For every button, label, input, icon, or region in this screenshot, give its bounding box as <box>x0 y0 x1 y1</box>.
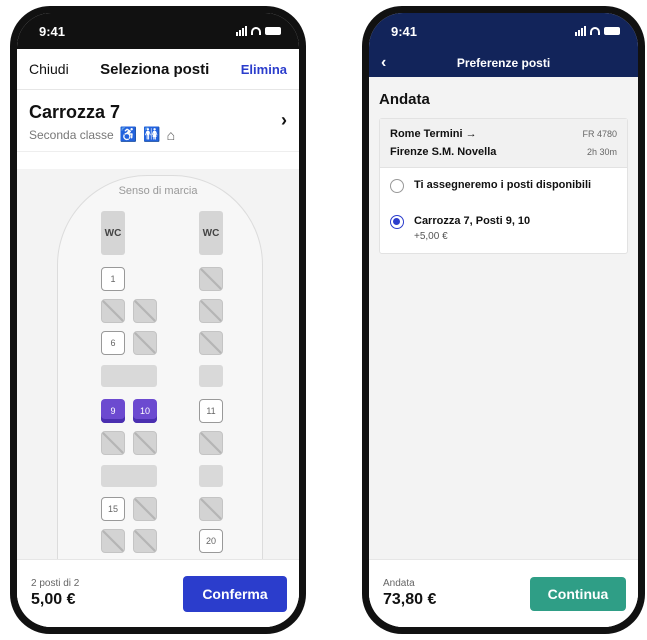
wc-label-right: WC <box>202 227 220 239</box>
page-title: Seleziona posti <box>100 60 210 78</box>
seat-1[interactable]: 1 <box>101 267 125 291</box>
option-label: Ti assegneremo i posti disponibili <box>414 179 592 191</box>
seat-number: 10 <box>139 406 150 416</box>
seat-taken <box>199 431 223 455</box>
seat-taken <box>199 497 223 521</box>
close-button[interactable]: Chiudi <box>29 61 69 77</box>
route-summary: Rome Termini → FR 4780 Firenze S.M. Nove… <box>380 119 627 168</box>
phone-seat-selection: 9:41 Chiudi Seleziona posti Elimina Carr… <box>10 6 306 634</box>
seat-taken <box>199 299 223 323</box>
page-title: Preferenze posti <box>456 56 551 70</box>
seat-taken <box>101 299 125 323</box>
seat-number: 6 <box>110 338 116 348</box>
route-to: Firenze S.M. Novella <box>390 146 497 158</box>
table-block <box>101 465 157 487</box>
option-selected-seats[interactable]: Carrozza 7, Posti 9, 10 +5,00 € <box>380 204 627 253</box>
seat-15[interactable]: 15 <box>101 497 125 521</box>
seat-9[interactable]: 9 <box>101 399 125 423</box>
confirm-button[interactable]: Conferma <box>183 575 287 612</box>
seat-6[interactable]: 6 <box>101 331 125 355</box>
status-time: 9:41 <box>39 23 66 39</box>
option-text: Ti assegneremo i posti disponibili <box>414 179 591 191</box>
seat-number: 9 <box>110 406 116 416</box>
seat-taken <box>133 431 157 455</box>
direction-label: Senso di marcia <box>118 185 198 197</box>
wc-label-left: WC <box>104 227 122 239</box>
coach-class: Seconda classe <box>29 127 114 142</box>
toilet-block-left: WC <box>101 211 125 255</box>
seat-20[interactable]: 20 <box>199 529 223 553</box>
delete-button[interactable]: Elimina <box>241 62 287 77</box>
phone-seat-preferences: 9:41 ‹ Preferenze posti Andata Rome Term… <box>362 6 645 634</box>
seat-taken <box>101 529 125 553</box>
battery-icon <box>265 27 281 35</box>
seat-taken <box>101 431 125 455</box>
seat-number: 11 <box>206 406 216 416</box>
route-row-2: Firenze S.M. Novella 2h 30m <box>390 146 617 158</box>
footer-summary: Andata 73,80 € <box>383 578 436 609</box>
toilet-block-right: WC <box>199 211 223 255</box>
wifi-icon <box>590 27 600 35</box>
nav-bar: Chiudi Seleziona posti Elimina <box>17 49 299 90</box>
trip-duration: 2h 30m <box>586 147 617 157</box>
seat-taken <box>133 331 157 355</box>
seat-number: 1 <box>110 274 116 284</box>
footer-bar: Andata 73,80 € Continua <box>369 559 638 627</box>
coach-class-row: Seconda classe ♿ 🚻 ⌂ <box>29 126 287 143</box>
status-bar: 9:41 <box>17 13 299 49</box>
screen-seat-preferences: 9:41 ‹ Preferenze posti Andata Rome Term… <box>369 13 638 627</box>
seat-number: 15 <box>107 504 118 514</box>
total-price: 73,80 € <box>383 591 437 608</box>
option-price: +5,00 € <box>414 231 448 242</box>
radio-checked-icon[interactable] <box>390 215 404 229</box>
coach-name: Carrozza 7 <box>29 102 121 122</box>
preferences-body: Andata Rome Termini → FR 4780 Firenze S.… <box>369 77 638 627</box>
status-icons <box>575 26 620 36</box>
radio-unchecked-icon[interactable] <box>390 179 404 193</box>
seat-taken <box>133 497 157 521</box>
seat-11[interactable]: 11 <box>199 399 223 423</box>
chevron-right-icon: › <box>281 110 287 130</box>
back-chevron-icon[interactable]: ‹ <box>381 54 386 72</box>
seat-taken <box>199 331 223 355</box>
seat-count: 2 posti di 2 <box>31 578 80 589</box>
signal-icon <box>236 26 247 36</box>
journey-card: Rome Termini → FR 4780 Firenze S.M. Nove… <box>379 118 628 254</box>
option-label: Carrozza 7, Posti 9, 10 <box>414 215 531 227</box>
option-auto-assign[interactable]: Ti assegneremo i posti disponibili <box>380 168 627 204</box>
coach-header[interactable]: Carrozza 7 Seconda classe ♿ 🚻 ⌂ › <box>17 90 299 152</box>
luggage-icon: ⌂ <box>166 126 176 143</box>
nav-bar: ‹ Preferenze posti <box>369 49 638 77</box>
seat-number: 20 <box>205 536 216 546</box>
wifi-icon <box>251 27 261 35</box>
status-bar: 9:41 <box>369 13 638 49</box>
option-text: Carrozza 7, Posti 9, 10 +5,00 € <box>414 215 530 242</box>
footer-label: Andata <box>383 578 415 589</box>
seat-taken <box>133 529 157 553</box>
table-block <box>199 365 223 387</box>
route-row-1: Rome Termini → FR 4780 <box>390 128 617 140</box>
seat-taken <box>199 267 223 291</box>
train-number: FR 4780 <box>582 129 617 139</box>
status-time: 9:41 <box>391 23 418 39</box>
total-price: 5,00 € <box>31 591 76 608</box>
footer-summary: 2 posti di 2 5,00 € <box>31 578 79 609</box>
status-icons <box>236 26 281 36</box>
continue-button[interactable]: Continua <box>530 576 626 611</box>
seat-10[interactable]: 10 <box>133 399 157 423</box>
table-block <box>199 465 223 487</box>
signal-icon <box>575 26 586 36</box>
wheelchair-icon: ♿ <box>119 126 138 142</box>
seat-taken <box>133 299 157 323</box>
screen-seat-selection: 9:41 Chiudi Seleziona posti Elimina Carr… <box>17 13 299 627</box>
section-title: Andata <box>379 91 430 108</box>
toilet-icon: 🚻 <box>143 126 161 142</box>
battery-icon <box>604 27 620 35</box>
footer-bar: 2 posti di 2 5,00 € Conferma <box>17 559 299 627</box>
table-block <box>101 365 157 387</box>
route-from: Rome Termini → <box>390 128 477 140</box>
